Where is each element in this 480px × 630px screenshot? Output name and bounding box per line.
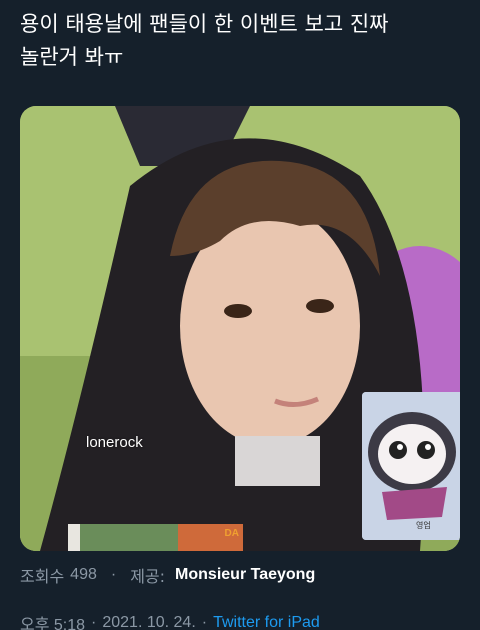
source-label: 제공: (130, 567, 166, 586)
tweet-text-line-2: 놀란거 봐ㅠ (20, 45, 124, 69)
thumbnail-tag: DA (224, 528, 239, 539)
tweet-meta: 조회수 498 · 제공: Monsieur Taeyong (20, 564, 315, 586)
video-thumbnail-right: 영업 (362, 392, 460, 540)
tweet-client-link[interactable]: Twitter for iPad (213, 614, 320, 630)
source-name-link[interactable]: Monsieur Taeyong (175, 566, 315, 584)
tweet-time[interactable]: 오후 5:18 (20, 611, 85, 630)
tweet-text-line-1: 용이 태용날에 팬들이 한 이벤트 보고 진짜 (20, 12, 389, 36)
thumbnail-caption: 영업 (416, 521, 431, 530)
tweet-media-video[interactable]: lonerock 영업 DA (20, 106, 460, 551)
views-label: 조회수 (20, 569, 65, 586)
separator-dot: · (201, 614, 208, 630)
plants-image (68, 524, 243, 551)
tweet-text: 용이 태용날에 팬들이 한 이벤트 보고 진짜 놀란거 봐ㅠ (20, 8, 460, 74)
views-count: 498 (70, 566, 97, 583)
video-overlay-username: lonerock (86, 434, 143, 451)
tweet-timestamp: 오후 5:18 · 2021. 10. 24. · Twitter for iP… (20, 612, 320, 630)
tweet: 용이 태용날에 팬들이 한 이벤트 보고 진짜 놀란거 봐ㅠ lonerock … (0, 0, 480, 630)
separator-dot: · (110, 566, 117, 583)
separator-dot: · (91, 614, 97, 630)
tweet-date[interactable]: 2021. 10. 24. (102, 614, 195, 630)
cartoon-image (362, 392, 460, 540)
video-thumbnail-bottom: DA (68, 524, 243, 551)
